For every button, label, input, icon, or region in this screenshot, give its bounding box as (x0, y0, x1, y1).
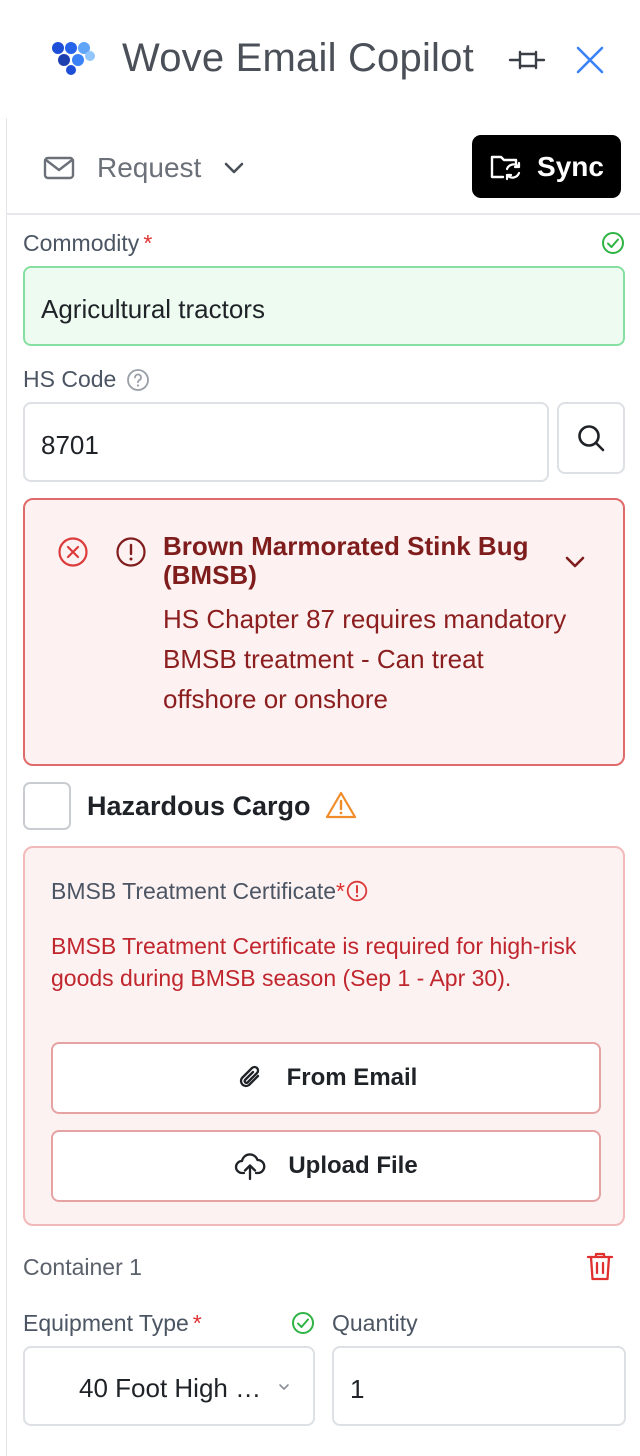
warning-icon (325, 791, 357, 819)
bmsb-certificate-section: BMSB Treatment Certificate* BMSB Treatme… (23, 846, 625, 1226)
hs-code-input[interactable]: 8701 (23, 402, 549, 482)
alert-circle-icon (116, 537, 146, 567)
sync-button[interactable]: Sync (472, 135, 621, 198)
quantity-label: Quantity (332, 1310, 418, 1336)
alert-title: Brown Marmorated Stink Bug (BMSB) (163, 531, 529, 590)
help-icon[interactable] (126, 368, 150, 392)
equipment-type-label: Equipment Type * (23, 1310, 202, 1337)
hazardous-cargo-checkbox[interactable] (23, 782, 71, 830)
equipment-type-label-text: Equipment Type (23, 1310, 189, 1336)
paperclip-icon (239, 1065, 259, 1088)
pin-icon[interactable] (506, 42, 548, 78)
bmsb-alert: Brown Marmorated Stink Bug (BMSB) HS Cha… (23, 498, 625, 766)
required-mark: * (192, 1310, 202, 1336)
alert-body: HS Chapter 87 requires mandatory BMSB tr… (163, 604, 567, 714)
equipment-type-value: 40 Foot High Cube (79, 1373, 269, 1403)
hazardous-cargo-label: Hazardous Cargo (87, 791, 311, 821)
toolbar: Request Sync (7, 118, 640, 215)
certificate-title: BMSB Treatment Certificate* (51, 878, 368, 905)
commodity-label: Commodity * (23, 230, 152, 257)
commodity-input[interactable]: Agricultural tractors (23, 266, 625, 346)
app-header: Wove Email Copilot (0, 0, 640, 118)
certificate-error-message: BMSB Treatment Certificate is required f… (51, 933, 577, 991)
mail-icon (43, 156, 75, 180)
required-mark: * (336, 878, 345, 904)
from-email-label: From Email (286, 1064, 418, 1091)
container-label: Container 1 (23, 1254, 142, 1280)
request-dropdown[interactable]: Request (43, 146, 245, 190)
folder-sync-icon (490, 155, 521, 180)
trash-icon[interactable] (585, 1250, 615, 1282)
commodity-label-text: Commodity (23, 230, 140, 256)
from-email-button[interactable]: From Email (51, 1042, 601, 1114)
close-icon[interactable] (570, 40, 610, 80)
check-circle-icon (602, 232, 624, 254)
upload-file-button[interactable]: Upload File (51, 1130, 601, 1202)
hs-code-search-button[interactable] (557, 402, 625, 474)
close-circle-icon[interactable] (57, 536, 89, 568)
chevron-down-icon (224, 162, 244, 174)
certificate-title-text: BMSB Treatment Certificate (51, 878, 337, 904)
app-title: Wove Email Copilot (122, 36, 474, 80)
request-label: Request (97, 152, 202, 183)
chevron-down-icon[interactable] (561, 548, 589, 576)
sync-label: Sync (537, 150, 604, 182)
upload-file-label: Upload File (288, 1152, 418, 1179)
wove-logo-icon (52, 42, 95, 75)
search-icon (578, 425, 605, 452)
quantity-input[interactable]: 1 (332, 1346, 626, 1426)
chevron-down-icon (279, 1384, 289, 1390)
alert-circle-icon (346, 880, 368, 902)
check-circle-icon (292, 1312, 314, 1334)
hs-code-label: HS Code (23, 366, 150, 393)
equipment-type-select[interactable]: 40 Foot High Cube (23, 1346, 315, 1426)
hs-code-label-text: HS Code (23, 366, 117, 392)
copilot-panel: Request Sync Commodity * Agricultural tra… (6, 118, 640, 1456)
required-mark: * (143, 230, 153, 256)
cloud-upload-icon (235, 1153, 266, 1181)
